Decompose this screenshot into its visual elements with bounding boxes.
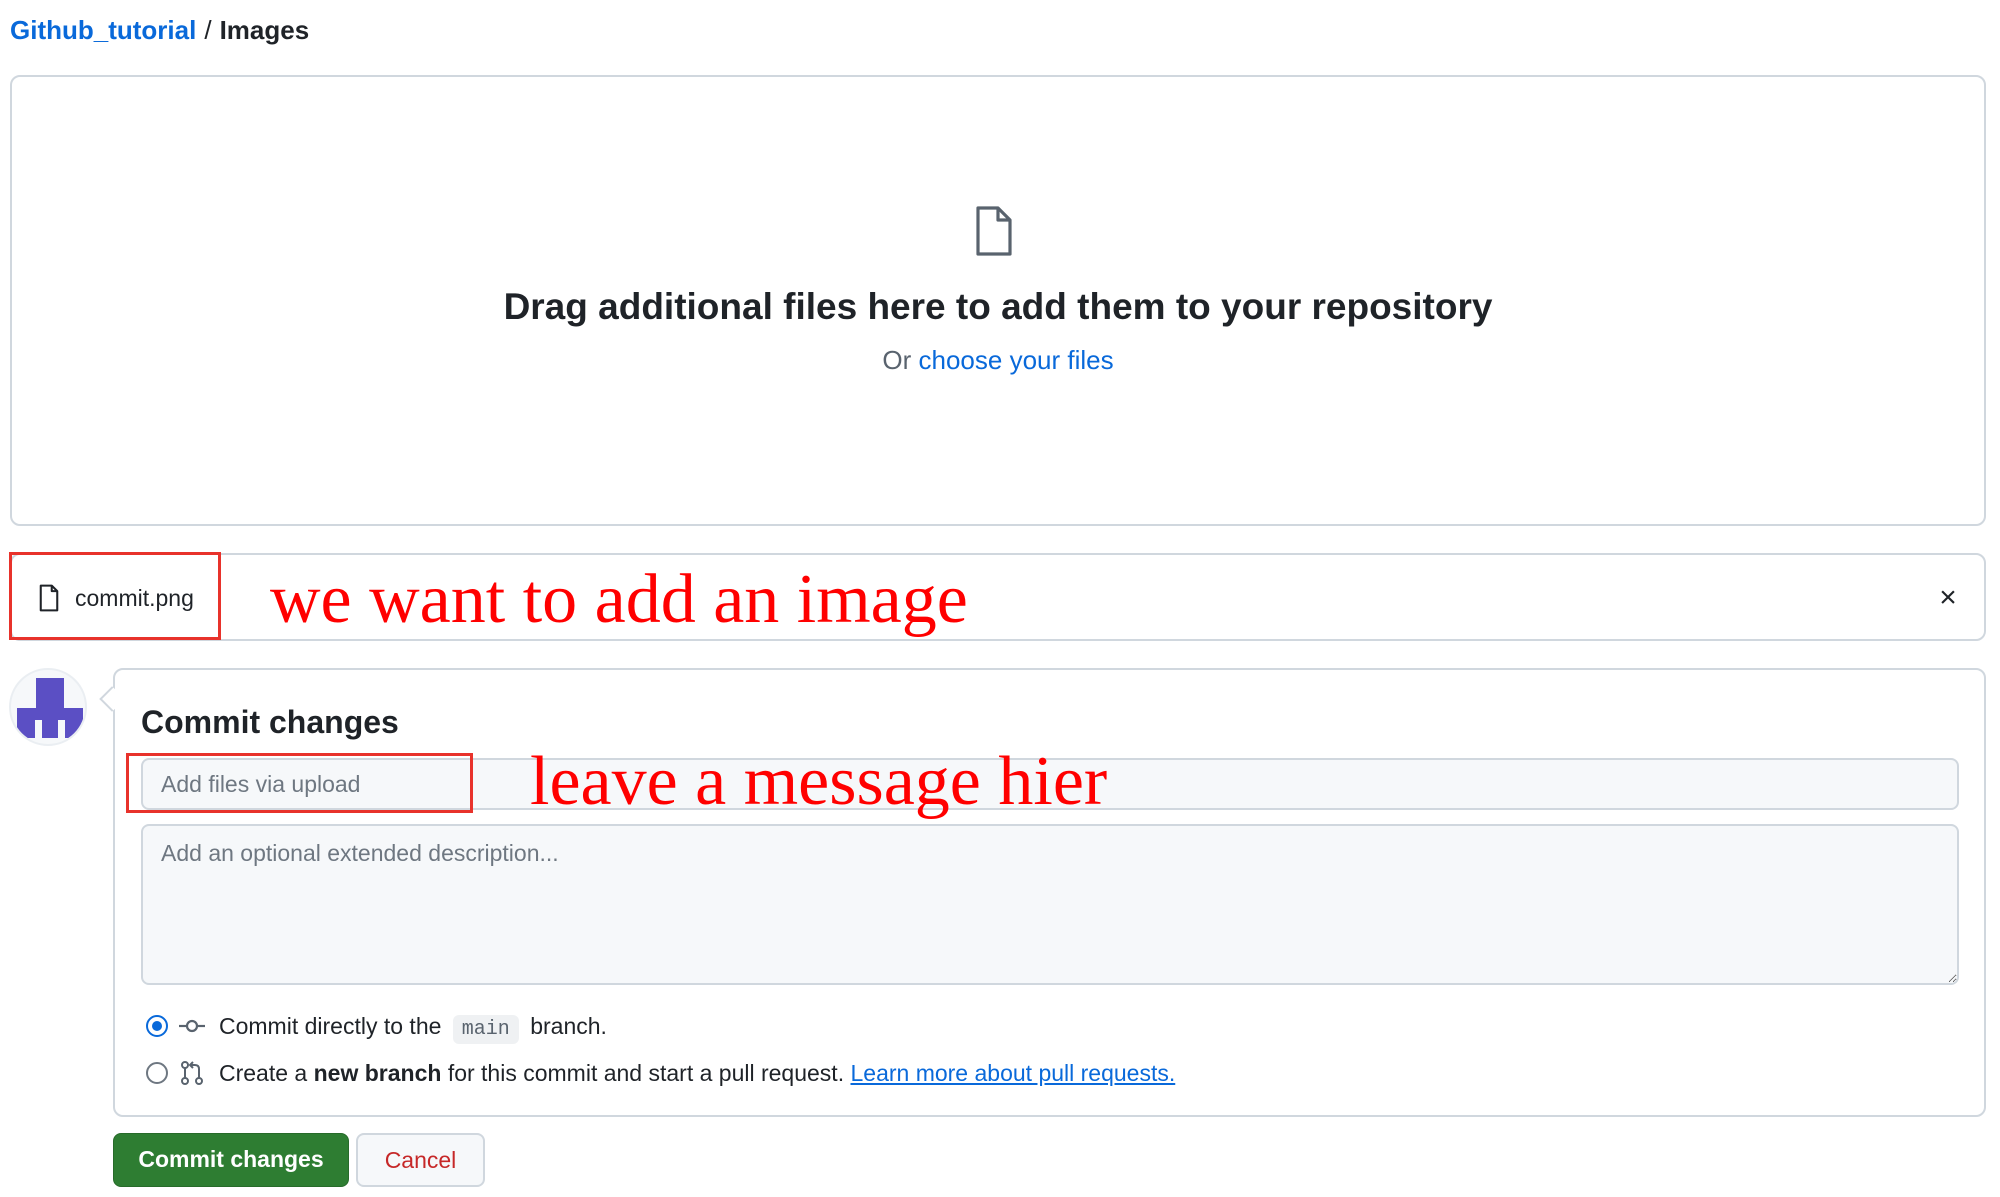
new-branch-text: Create a <box>219 1060 308 1086</box>
close-icon[interactable]: × <box>1930 578 1966 618</box>
learn-pull-requests-link[interactable]: Learn more about pull requests. <box>850 1060 1175 1086</box>
breadcrumb-separator: / <box>204 15 212 45</box>
commit-direct-label: Commit directly to the main branch. <box>219 1010 607 1046</box>
branch-name-badge: main <box>452 1015 519 1044</box>
new-branch-radio[interactable] <box>146 1062 168 1084</box>
commit-direct-radio[interactable] <box>146 1015 168 1037</box>
choose-files-link[interactable]: choose your files <box>919 345 1114 375</box>
commit-changes-button[interactable]: Commit changes <box>113 1133 349 1187</box>
commit-form-title: Commit changes <box>141 704 399 740</box>
commit-direct-suffix: branch. <box>530 1013 607 1039</box>
new-branch-label: Create a new branch for this commit and … <box>219 1057 1175 1089</box>
dropzone-title: Drag additional files here to add them t… <box>503 286 1493 327</box>
message-annotation-box <box>126 753 473 813</box>
git-commit-icon <box>179 1019 205 1033</box>
file-icon <box>976 206 1012 256</box>
file-annotation-text: we want to add an image <box>270 561 968 638</box>
pull-request-icon <box>181 1061 203 1085</box>
dropzone-prefix: Or <box>882 345 912 375</box>
breadcrumb-repo-link[interactable]: Github_tutorial <box>10 15 196 45</box>
new-branch-bold: new branch <box>313 1060 442 1086</box>
breadcrumb-current: Images <box>219 15 310 45</box>
cancel-button[interactable]: Cancel <box>356 1133 485 1187</box>
dropzone-subtitle: Or choose your files <box>10 340 1986 380</box>
commit-description-input[interactable] <box>141 824 1959 985</box>
new-branch-suffix: for this commit and start a pull request… <box>447 1060 845 1086</box>
breadcrumb: Github_tutorial / Images <box>10 12 309 48</box>
commit-direct-text: Commit directly to the <box>219 1013 442 1039</box>
message-annotation-text: leave a message hier <box>530 743 1108 820</box>
file-annotation-box <box>9 552 221 640</box>
avatar[interactable] <box>9 668 87 746</box>
identicon-image <box>17 678 83 738</box>
